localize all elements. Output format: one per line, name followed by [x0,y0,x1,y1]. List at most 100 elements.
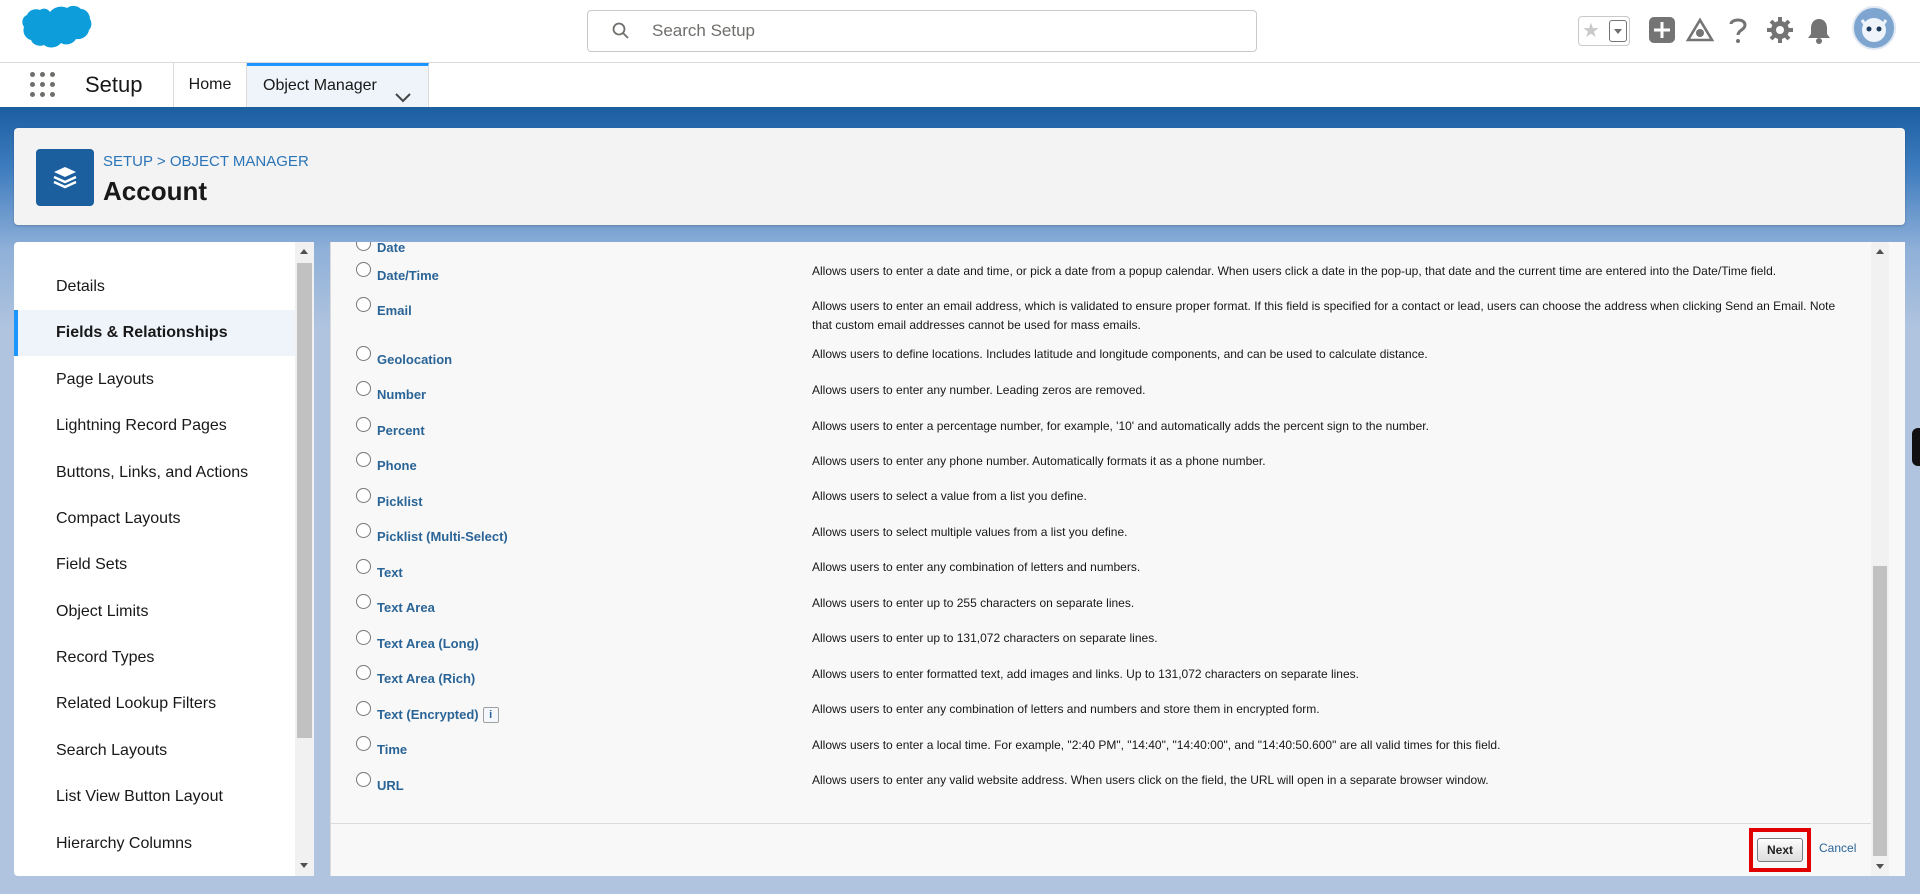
radio-email[interactable] [356,297,371,312]
sidebar-item-buttons-links-actions[interactable]: Buttons, Links, and Actions [14,450,296,496]
search-icon [612,22,630,45]
radio-text-area-rich[interactable] [356,665,371,680]
sidebar-item-label: Lightning Record Pages [56,417,227,434]
trailhead-icon[interactable] [1685,16,1715,49]
tab-home[interactable]: Home [173,63,247,107]
app-launcher-icon[interactable] [30,72,58,100]
field-type-name[interactable]: Picklist (Multi-Select) [377,529,508,544]
sidebar-item-object-limits[interactable]: Object Limits [14,589,296,635]
sidebar-scrollbar[interactable] [295,242,314,876]
next-button-highlight: Next [1749,828,1811,872]
global-actions-add-icon[interactable] [1648,16,1676,49]
field-type-name[interactable]: Percent [377,423,425,438]
radio-text-area[interactable] [356,594,371,609]
wizard-footer: Next Cancel [331,823,1871,876]
sidebar-item-label: Compact Layouts [56,510,181,527]
sidebar-scroll-thumb[interactable] [297,263,312,738]
sidebar-item-label: Hierarchy Columns [56,835,193,852]
field-type-name[interactable]: Picklist [377,494,423,509]
radio-phone[interactable] [356,452,371,467]
field-type-name[interactable]: Date [377,242,405,255]
field-type-description: Allows users to enter any combination of… [812,560,1141,574]
search-box[interactable] [587,10,1257,52]
search-input[interactable] [652,20,1232,42]
field-type-name: Text (Encrypted) i [377,707,499,723]
field-type-description: Allows users to enter any combination of… [812,702,1320,716]
sidebar-item-details[interactable]: Details [14,264,296,310]
field-type-name-text[interactable]: Text (Encrypted) [377,707,479,722]
favorites-dropdown-icon[interactable] [1609,20,1627,42]
field-type-description: Allows users to enter a local time. For … [812,738,1501,752]
sidebar-item-label: List View Button Layout [56,788,223,805]
app-navigation: Setup Home Object Manager [0,63,1920,110]
sidebar-item-hierarchy-columns[interactable]: Hierarchy Columns [14,821,296,867]
side-panel-handle[interactable] [1912,428,1920,466]
scroll-up-arrow-icon[interactable] [1876,249,1884,254]
sidebar-item-field-sets[interactable]: Field Sets [14,542,296,588]
object-sidebar: Details Fields & Relationships Page Layo… [14,242,314,876]
sidebar-item-related-lookup-filters[interactable]: Related Lookup Filters [14,681,296,727]
scroll-down-arrow-icon[interactable] [1876,864,1884,869]
radio-number[interactable] [356,381,371,396]
breadcrumb-setup[interactable]: SETUP [103,153,153,170]
field-type-name[interactable]: Phone [377,458,417,473]
scroll-up-arrow-icon[interactable] [300,249,308,254]
field-type-name[interactable]: Geolocation [377,352,452,367]
favorites-control[interactable]: ★ [1578,16,1630,46]
field-type-name[interactable]: Time [377,742,407,757]
sidebar-item-fields-relationships[interactable]: Fields & Relationships [14,310,296,356]
object-header: SETUP > OBJECT MANAGER Account [14,128,1905,225]
radio-percent[interactable] [356,417,371,432]
field-type-name[interactable]: Date/Time [377,268,439,283]
content-scroll-thumb[interactable] [1873,566,1887,856]
cloud-logo-icon[interactable] [20,5,92,60]
setup-gear-icon[interactable] [1766,16,1794,49]
field-type-name[interactable]: Text Area [377,600,435,615]
info-icon[interactable]: i [482,707,499,723]
tab-object-manager[interactable]: Object Manager [247,63,429,107]
field-type-panel: Date Date/Time Allows users to enter a d… [330,242,1905,876]
field-type-description: Allows users to define locations. Includ… [812,347,1428,361]
radio-text-area-long[interactable] [356,630,371,645]
field-type-description: Allows users to select multiple values f… [812,525,1128,539]
sidebar-item-label: Field Sets [56,556,128,573]
field-type-description: Allows users to enter any valid website … [812,773,1489,787]
user-avatar-icon[interactable] [1852,6,1896,50]
field-type-name[interactable]: URL [377,778,404,793]
field-type-name[interactable]: Email [377,303,412,318]
radio-text-encrypted[interactable] [356,701,371,716]
radio-text[interactable] [356,559,371,574]
notifications-bell-icon[interactable] [1806,16,1832,49]
radio-geolocation[interactable] [356,346,371,361]
breadcrumb-object-manager[interactable]: OBJECT MANAGER [170,153,309,170]
app-name: Setup [85,72,143,97]
sidebar-item-list-view-button-layout[interactable]: List View Button Layout [14,774,296,820]
sidebar-item-page-layouts[interactable]: Page Layouts [14,357,296,403]
sidebar-item-search-layouts[interactable]: Search Layouts [14,728,296,774]
radio-date[interactable] [356,242,371,251]
sidebar-item-label: Buttons, Links, and Actions [56,464,249,481]
next-button[interactable]: Next [1757,838,1803,862]
sidebar-item-compact-layouts[interactable]: Compact Layouts [14,496,296,542]
field-type-description: Allows users to enter any number. Leadin… [812,383,1146,397]
radio-date-time[interactable] [356,262,371,277]
sidebar-item-record-types[interactable]: Record Types [14,635,296,681]
radio-url[interactable] [356,772,371,787]
radio-time[interactable] [356,736,371,751]
breadcrumb: SETUP > OBJECT MANAGER [103,153,309,170]
breadcrumb-separator: > [156,153,166,170]
field-type-name[interactable]: Number [377,387,426,402]
cancel-link[interactable]: Cancel [1819,841,1856,855]
field-type-name[interactable]: Text Area (Rich) [377,671,475,686]
field-type-name[interactable]: Text [377,565,403,580]
radio-picklist[interactable] [356,488,371,503]
tab-home-label: Home [188,76,232,93]
sidebar-item-lightning-record-pages[interactable]: Lightning Record Pages [14,403,296,449]
scroll-down-arrow-icon[interactable] [300,863,308,868]
help-icon[interactable] [1726,16,1750,49]
content-scrollbar[interactable] [1871,242,1889,876]
radio-picklist-multi-select[interactable] [356,523,371,538]
favorites-star-icon[interactable]: ★ [1582,21,1600,41]
sidebar-item-label: Related Lookup Filters [56,695,217,712]
field-type-name[interactable]: Text Area (Long) [377,636,479,651]
